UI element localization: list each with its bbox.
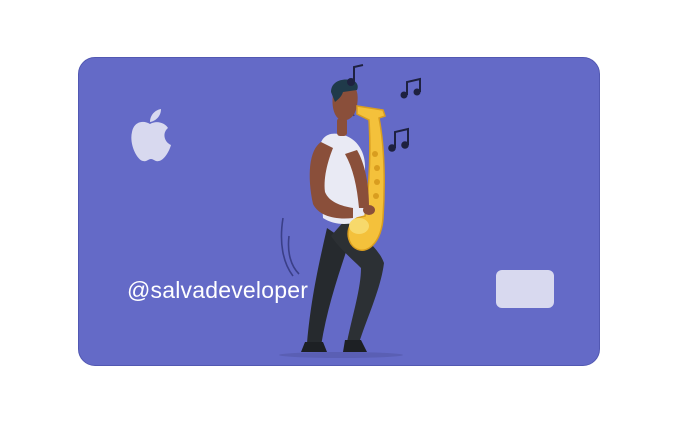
apple-logo-icon xyxy=(131,109,171,162)
saxophone-player-illustration xyxy=(279,79,403,358)
card-handle: @salvadeveloper xyxy=(127,277,309,303)
card: @salvadeveloper xyxy=(78,57,600,366)
double-music-note-icon xyxy=(400,77,421,99)
card-chip xyxy=(496,270,554,308)
double-music-note-icon xyxy=(388,127,409,152)
music-note-icon xyxy=(347,64,364,86)
